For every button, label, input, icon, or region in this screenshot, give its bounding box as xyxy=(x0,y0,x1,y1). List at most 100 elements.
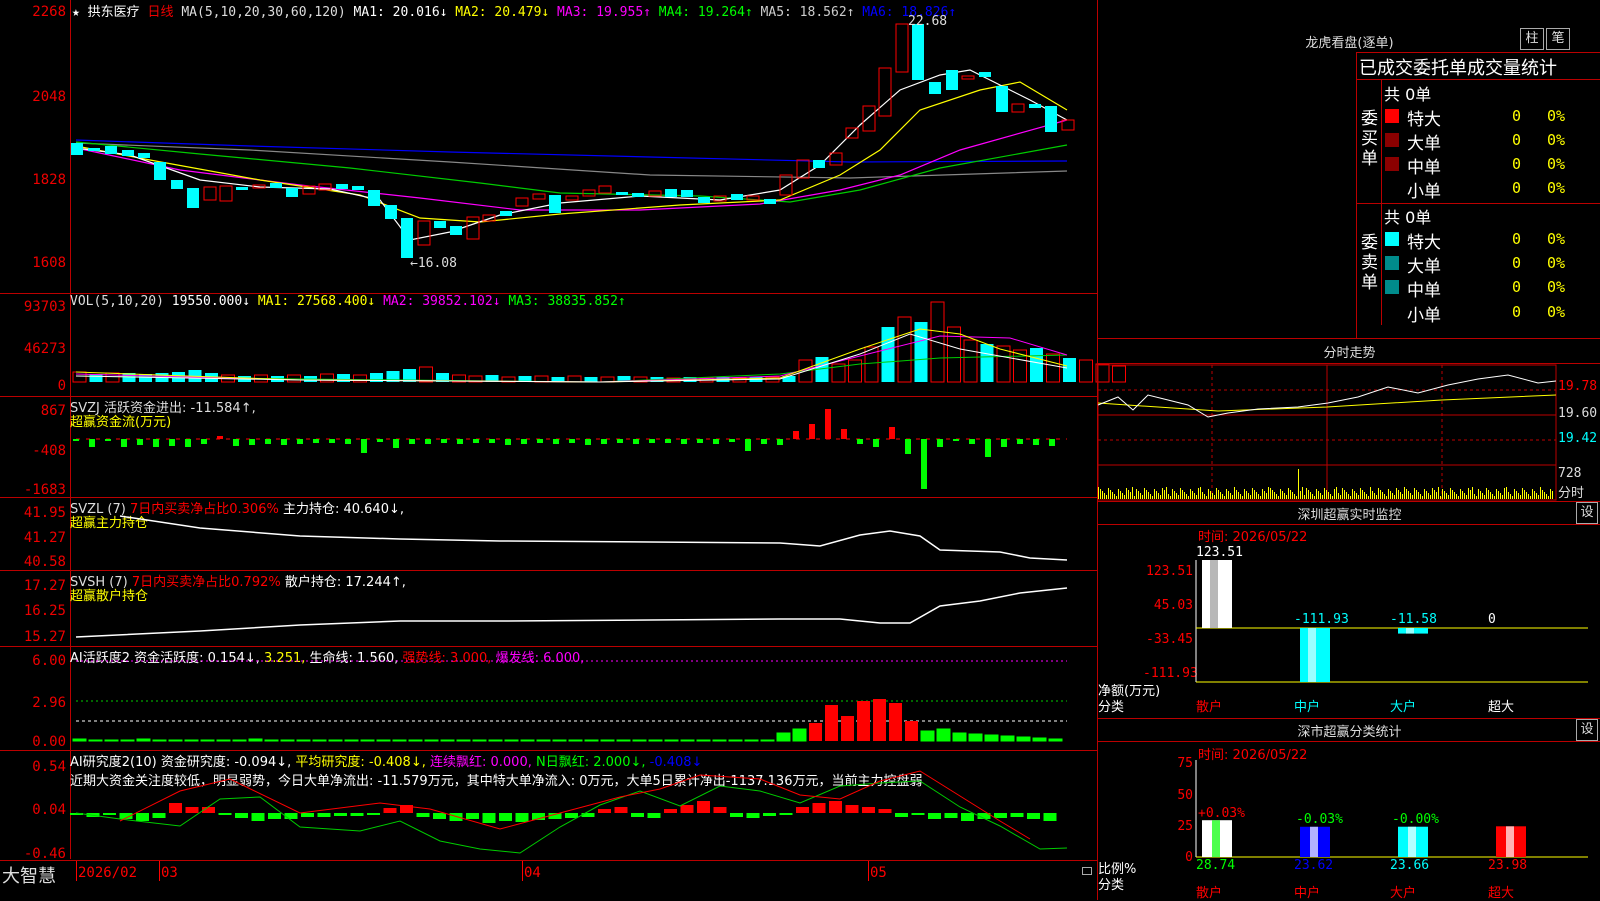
fund-flow-bar xyxy=(921,439,927,489)
intraday-volume-bar xyxy=(1486,488,1487,499)
brand-label: 大智慧 xyxy=(2,866,56,887)
intraday-volume-bar xyxy=(1294,494,1295,499)
activity-bar xyxy=(648,739,663,742)
volume-bar xyxy=(848,359,862,383)
activity-bar xyxy=(568,739,583,742)
ai-activity-panel[interactable]: 6.00 2.96 0.00 AI活跃度2 资金活跃度: 0.154↓, 3.2… xyxy=(0,647,1097,751)
intraday-volume-bar xyxy=(1422,496,1423,499)
intraday-volume-bar xyxy=(1508,492,1509,499)
kline-chart[interactable] xyxy=(0,0,1097,293)
intraday-volume-bar xyxy=(1456,494,1457,499)
intraday-volume-bar xyxy=(1510,494,1511,499)
intraday-volume-bar xyxy=(1260,496,1261,499)
research-bar xyxy=(895,813,908,817)
fund-flow-bar xyxy=(1033,439,1039,445)
intraday-volume-bar xyxy=(1480,491,1481,499)
intraday-volume-bar xyxy=(1200,487,1201,499)
intraday-volume-bar xyxy=(1162,488,1163,499)
monitor-bar-highlight xyxy=(1406,628,1414,634)
intraday-volume-bar xyxy=(1430,495,1431,499)
fund-flow-bar xyxy=(329,439,335,443)
intraday-volume-bar xyxy=(1472,487,1473,499)
intraday-volume-bar xyxy=(1238,492,1239,499)
intraday-volume-bar xyxy=(1444,491,1445,499)
intraday-chart[interactable] xyxy=(1097,364,1600,505)
intraday-volume-bar xyxy=(1202,492,1203,499)
fund-flow-bar xyxy=(537,439,543,443)
svsh-panel[interactable]: 17.27 16.25 15.27 SVSH (7) 7日内买卖净占比0.792… xyxy=(0,571,1097,647)
kline-panel[interactable]: 2268 2048 1828 1608 ★ 拱东医疗 日线 MA(5,10,20… xyxy=(0,0,1097,294)
volume-panel[interactable]: 93703 46273 0 VOL(5,10,20) 19550.000↓ MA… xyxy=(0,294,1126,397)
research-bar xyxy=(944,813,958,818)
intraday-volume-bar xyxy=(1442,489,1443,499)
monitor-settings-button[interactable]: 设 xyxy=(1576,502,1598,524)
classify-settings-button[interactable]: 设 xyxy=(1576,719,1598,741)
intraday-volume-bar xyxy=(1322,495,1323,499)
lock-icon[interactable] xyxy=(1082,867,1092,875)
ai-research-panel[interactable]: 0.54 0.04 -0.46 AI研究度2(10) 资金研究度: -0.094… xyxy=(0,751,1097,862)
intraday-volume-bar xyxy=(1492,494,1493,499)
intraday-volume-bar xyxy=(1124,495,1125,499)
research-bar xyxy=(499,813,512,821)
svzj-panel[interactable]: 867 -408 -1683 SVZJ 活跃资金进出: -11.584↑, 超赢… xyxy=(0,397,1097,498)
intraday-volume-bar xyxy=(1154,489,1155,499)
intraday-volume-bar xyxy=(1188,496,1189,499)
intraday-volume-bar xyxy=(1270,488,1271,499)
activity-bar xyxy=(536,739,551,742)
research-bar xyxy=(565,813,578,818)
fund-flow-bar xyxy=(185,439,191,447)
fund-flow-bar xyxy=(649,439,655,443)
activity-bar xyxy=(248,738,263,742)
intraday-volume-bar xyxy=(1314,496,1315,499)
monitor-cat: 散户 xyxy=(1196,700,1223,715)
intraday-volume-bar xyxy=(1134,496,1135,499)
intraday-volume-bar xyxy=(1278,496,1279,499)
activity-bar xyxy=(857,701,870,741)
activity-bar xyxy=(968,733,983,742)
intraday-volume-bar xyxy=(1170,496,1171,499)
volume-bar xyxy=(353,374,367,383)
intraday-volume-bar xyxy=(1110,490,1111,499)
high-marker: 22.68 xyxy=(908,14,948,29)
fund-flow-bar xyxy=(89,439,95,447)
intraday-volume-bar xyxy=(1230,493,1231,499)
intraday-volume-bar xyxy=(1102,491,1103,499)
intraday-volume-bar xyxy=(1224,496,1225,499)
sell-row-value: 0 xyxy=(1512,254,1522,272)
activity-bar xyxy=(600,739,615,742)
activity-bar xyxy=(728,739,743,742)
intraday-volume-bar xyxy=(1206,496,1207,499)
sell-row-pct: 0% xyxy=(1547,254,1566,272)
fund-flow-bar xyxy=(1049,439,1055,446)
intraday-volume-bar xyxy=(1298,469,1299,499)
activity-bar xyxy=(216,739,231,742)
intraday-volume-bar xyxy=(1306,488,1307,499)
research-bar xyxy=(334,813,347,816)
intraday-volume-bar xyxy=(1434,490,1435,499)
classify-value: 23.62 xyxy=(1294,858,1334,873)
intraday-volume-bar xyxy=(1440,496,1441,499)
research-bar xyxy=(152,813,166,818)
intraday-volume-bar xyxy=(1476,496,1477,499)
fund-flow-bar xyxy=(409,439,415,444)
activity-bar xyxy=(841,716,854,741)
intraday-volume-bar xyxy=(1198,488,1199,499)
activity-bar xyxy=(456,739,471,742)
activity-bar xyxy=(696,739,711,742)
intraday-volume-bar xyxy=(1318,491,1319,499)
research-bar xyxy=(185,807,199,813)
intraday-volume-bar xyxy=(1242,496,1243,499)
fund-flow-bar xyxy=(457,439,463,444)
monitor-bar-highlight xyxy=(1308,628,1316,682)
intraday-volume-bar xyxy=(1540,487,1541,499)
activity-bar xyxy=(296,739,311,742)
intraday-volume-bar xyxy=(1158,493,1159,499)
fund-flow-bar xyxy=(169,439,175,446)
intraday-volume-bar xyxy=(1350,496,1351,499)
svzl-panel[interactable]: 41.95 41.27 40.58 SVZL (7) 7日内买卖净占比0.306… xyxy=(0,498,1097,571)
intraday-volume-bar xyxy=(1448,495,1449,499)
fund-flow-bar xyxy=(377,439,383,442)
fund-flow-bar xyxy=(489,439,495,443)
intraday-volume-bar xyxy=(1126,488,1127,499)
activity-bar xyxy=(88,739,103,742)
